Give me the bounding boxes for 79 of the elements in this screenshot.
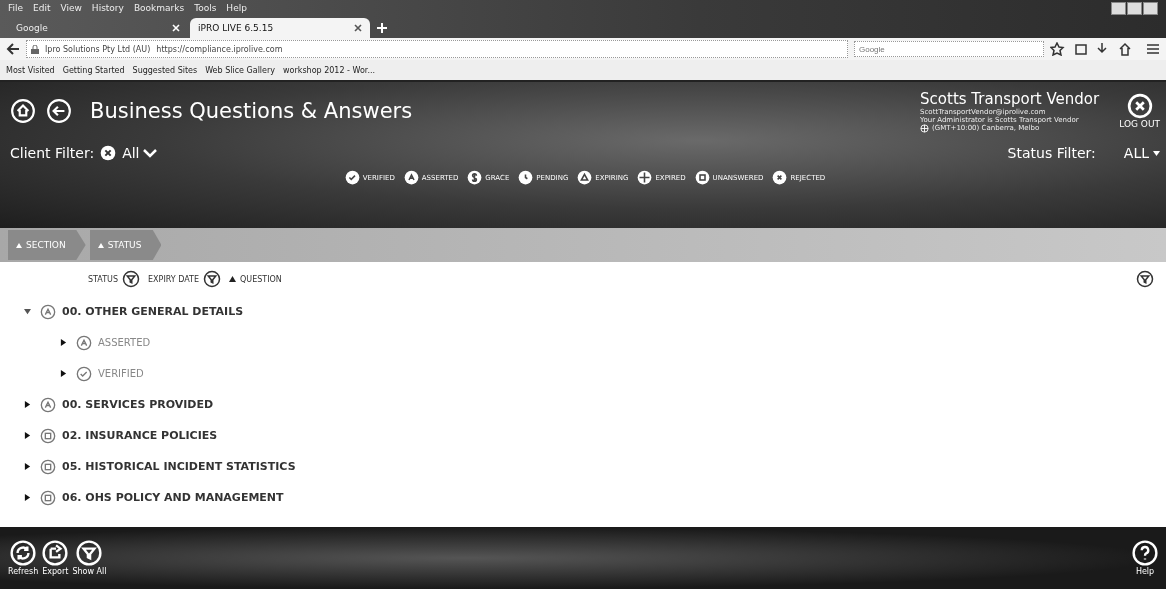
menu-item[interactable]: File [8, 3, 24, 13]
status-filter-label: Status Filter: [1007, 145, 1096, 161]
tree-item[interactable]: VERIFIED [98, 368, 144, 379]
clear-filter-button[interactable] [100, 145, 117, 161]
tree-item[interactable]: 02. INSURANCE POLICIES [62, 429, 218, 442]
expand-arrow-icon [24, 401, 31, 408]
menu-item[interactable]: History [91, 3, 124, 13]
bookmark-item[interactable]: Web Slice Gallery [205, 65, 276, 75]
expand-arrow-icon [24, 432, 31, 439]
home-button[interactable] [10, 98, 36, 124]
expand-arrow-icon [60, 370, 67, 377]
lock-icon [31, 44, 39, 54]
menu-item[interactable]: View [60, 3, 82, 13]
expand-arrow-icon [24, 494, 31, 501]
pending-status-icon [518, 170, 534, 185]
user-name: Scotts Transport Vendor [920, 89, 1100, 108]
verified-status-icon [76, 365, 92, 382]
browser-tab[interactable]: Google [8, 18, 188, 38]
asserted-status-icon [40, 303, 56, 320]
site-identity: Ipro Solutions Pty Ltd (AU) [45, 44, 151, 54]
filter-icon [122, 270, 140, 288]
back-button[interactable] [46, 98, 72, 124]
page-title: Business Questions & Answers [90, 99, 413, 123]
asserted-status-icon [40, 396, 56, 413]
address-bar[interactable]: Ipro Solutions Pty Ltd (AU) https://compliance.iprolive.com [26, 40, 848, 58]
tree-item[interactable]: 00. SERVICES PROVIDED [62, 398, 214, 411]
bookmark-item[interactable]: Getting Started [62, 65, 125, 75]
window-controls[interactable] [1111, 1, 1158, 15]
unanswered-status-icon [694, 170, 710, 185]
column-header[interactable]: STATUS [88, 274, 118, 284]
client-filter-dropdown[interactable]: All [122, 145, 158, 161]
sort-ascending-icon [16, 243, 22, 248]
menu-item[interactable]: Edit [33, 3, 51, 13]
url-text: https://compliance.iprolive.com [156, 44, 283, 54]
tree-item[interactable]: 05. HISTORICAL INCIDENT STATISTICS [62, 460, 296, 473]
tree-item[interactable]: ASSERTED [98, 337, 151, 348]
filter-button[interactable] [203, 270, 222, 288]
client-filter-label: Client Filter: [10, 145, 95, 161]
grace-status-icon [467, 170, 483, 185]
expired-status-icon [637, 170, 653, 185]
tree-item[interactable]: 00. OTHER GENERAL DETAILS [62, 305, 244, 318]
sort-ascending-icon [229, 276, 237, 282]
rejected-status-icon [772, 170, 788, 185]
chevron-down-icon [143, 148, 158, 158]
collapse-arrow-icon [24, 308, 31, 315]
expand-arrow-icon [60, 339, 67, 346]
bookmark-item[interactable]: Suggested Sites [132, 65, 198, 75]
logout-button[interactable]: LOG OUT [1119, 93, 1160, 129]
unanswered-status-icon [40, 427, 56, 444]
verified-status-icon [344, 170, 360, 185]
expand-arrow-icon [24, 463, 31, 470]
caret-icon [1153, 150, 1160, 156]
filter-icon [203, 270, 222, 288]
filter-button[interactable] [122, 270, 140, 288]
back-arrow-icon[interactable] [6, 43, 20, 55]
menu-item[interactable]: Tools [194, 3, 217, 13]
column-header[interactable]: QUESTION [240, 274, 282, 284]
bookmark-item[interactable]: workshop 2012 - Wor... [283, 65, 375, 75]
plus-icon[interactable] [376, 22, 388, 34]
toolbar-icons-drawing[interactable] [1050, 42, 1160, 56]
globe-icon [920, 123, 930, 133]
search-field[interactable]: Google [854, 41, 1044, 57]
expiring-status-icon [577, 170, 593, 185]
browser-tab[interactable]: iPRO LIVE 6.5.15 [190, 18, 370, 38]
bookmark-item[interactable]: Most Visited [6, 65, 55, 75]
asserted-status-icon [76, 334, 92, 351]
close-icon[interactable] [354, 24, 362, 32]
filter-button[interactable] [1136, 270, 1154, 288]
column-header[interactable]: EXPIRY DATE [148, 274, 200, 284]
unanswered-status-icon [40, 489, 56, 506]
menu-item[interactable]: Bookmarks [133, 3, 185, 13]
menu-item[interactable]: Help [226, 3, 247, 13]
status-filter-dropdown[interactable]: ALL [1123, 145, 1160, 161]
expand-toggle[interactable] [24, 308, 34, 315]
asserted-status-icon [403, 170, 419, 185]
unanswered-status-icon [40, 458, 56, 475]
sort-ascending-icon [97, 243, 104, 248]
tree-item[interactable]: 06. OHS POLICY AND MANAGEMENT [62, 491, 284, 504]
filter-icon [1136, 270, 1154, 288]
